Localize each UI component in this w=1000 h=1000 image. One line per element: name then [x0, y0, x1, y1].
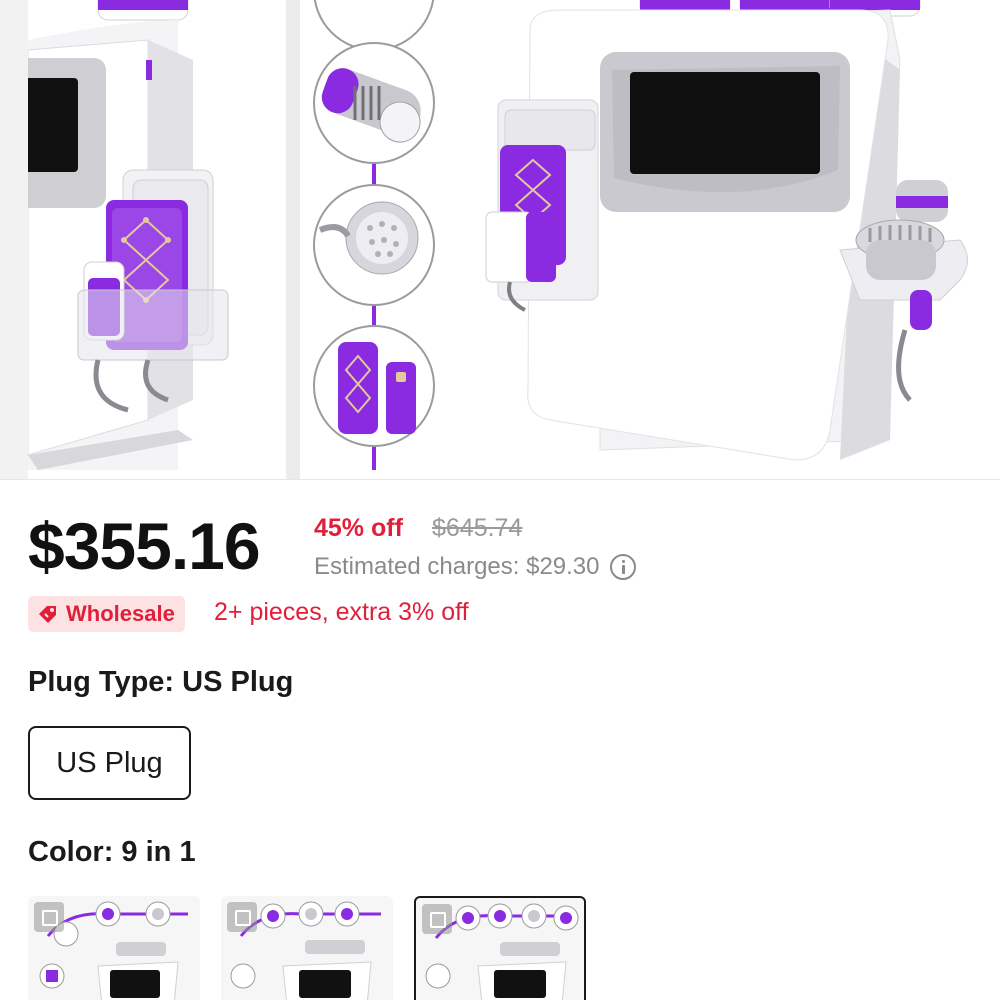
original-price: $645.74 — [432, 514, 523, 542]
zoom-icon[interactable] — [34, 902, 64, 932]
plug-type-label: Plug Type: US Plug — [28, 666, 294, 698]
gallery-divider — [0, 479, 1000, 480]
product-image-gallery[interactable] — [0, 0, 1000, 480]
plug-option-us[interactable]: US Plug — [28, 726, 191, 800]
gallery-image-side-view[interactable] — [28, 0, 286, 480]
color-option-thumbnail[interactable] — [221, 896, 393, 1000]
estimated-charges-text: Estimated charges: $29.30 — [314, 553, 600, 580]
zoom-icon[interactable] — [227, 902, 257, 932]
estimated-charges: Estimated charges: $29.30 — [314, 553, 636, 581]
gallery-gap — [286, 0, 300, 480]
color-option-thumbnail-selected[interactable] — [414, 896, 586, 1000]
price-tag-icon — [39, 606, 56, 623]
current-price: $355.16 — [28, 509, 261, 583]
gallery-gap — [0, 0, 28, 480]
info-icon[interactable] — [609, 554, 636, 580]
discount-percentage: 45% off — [314, 514, 403, 542]
color-option-thumbnail[interactable] — [28, 896, 200, 1000]
gallery-image-main-view[interactable] — [300, 0, 1000, 480]
wholesale-badge: Wholesale — [28, 596, 185, 632]
color-label: Color: 9 in 1 — [28, 836, 196, 868]
wholesale-badge-label: Wholesale — [66, 601, 175, 626]
wholesale-offer-text: 2+ pieces, extra 3% off — [214, 598, 469, 626]
zoom-icon[interactable] — [422, 904, 452, 934]
